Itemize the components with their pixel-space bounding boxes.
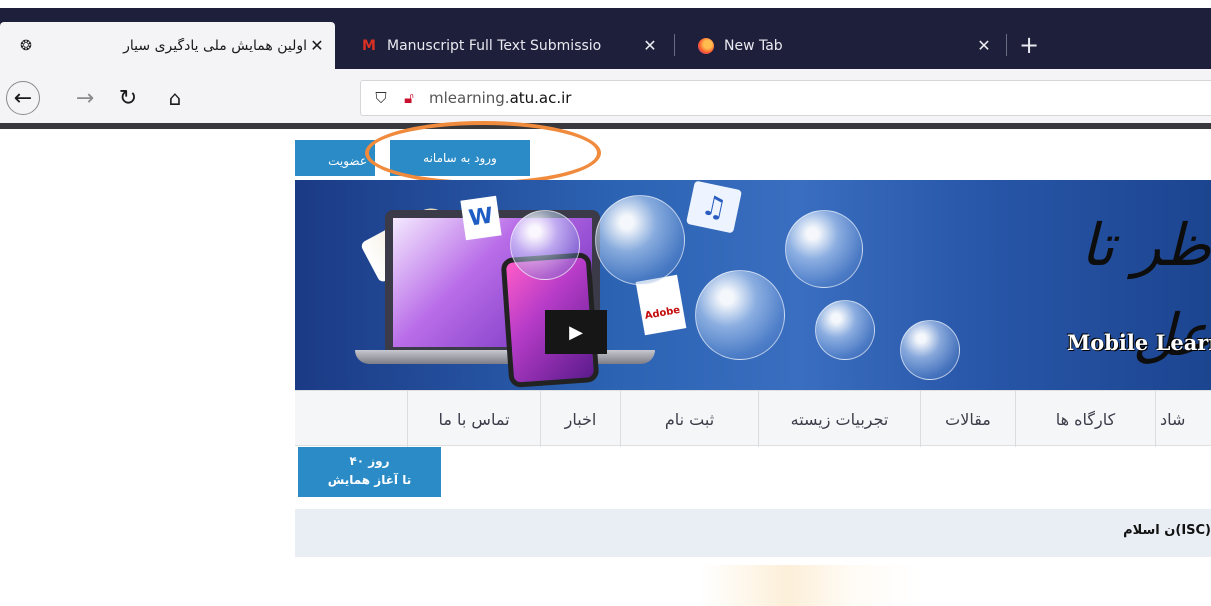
firefox-icon bbox=[698, 37, 714, 54]
bubble-icon bbox=[785, 210, 863, 288]
laptop-base bbox=[355, 350, 655, 364]
back-button[interactable]: ← bbox=[6, 81, 40, 115]
browser-tab-bar: ❂ اولین همایش ملی یادگیری سیار ✕ M Manus… bbox=[0, 0, 1211, 78]
word-icon: W bbox=[460, 195, 502, 241]
tab-new-tab[interactable]: New Tab ✕ bbox=[680, 22, 1002, 69]
navigation-bar: ← → ↻ ⌂ ⛉ 🔓︎ mlearning.atu.ac.ir bbox=[0, 69, 1211, 129]
menu-item-news[interactable]: اخبار bbox=[540, 391, 620, 447]
bubble-icon bbox=[510, 210, 580, 280]
home-button[interactable]: ⌂ bbox=[158, 81, 192, 115]
highlight-circle bbox=[365, 121, 601, 185]
menu-item-register[interactable]: ثبت نام bbox=[620, 391, 758, 447]
background-decoration bbox=[700, 565, 920, 606]
window-top-strip bbox=[0, 0, 1211, 8]
menu-item-contact[interactable]: تماس با ما bbox=[407, 391, 540, 447]
info-strip: ن اسلام(ISC) bbox=[295, 509, 1211, 557]
banner-logo-english: Mobile Learni bbox=[1067, 330, 1211, 355]
header-banner: W ▶ Adobe ♫ ظر تا عل Mobile Learni bbox=[295, 180, 1211, 390]
menu-item-experiences[interactable]: تجربیات زیسته bbox=[758, 391, 920, 447]
countdown-label: تا آغاز همایش bbox=[327, 473, 412, 487]
countdown-days: ۴۰ روز bbox=[349, 454, 390, 468]
bubble-icon bbox=[695, 270, 785, 360]
forward-button[interactable]: → bbox=[68, 81, 102, 115]
bubble-icon bbox=[815, 300, 875, 360]
bubble-icon bbox=[900, 320, 960, 380]
tab-title: اولین همایش ملی یادگیری سیار bbox=[123, 37, 307, 54]
menu-item-shad[interactable]: شاد bbox=[1155, 391, 1211, 447]
shield-icon[interactable]: ⛉ bbox=[367, 89, 395, 107]
play-icon: ▶ bbox=[545, 310, 607, 354]
gmail-icon: M bbox=[362, 37, 376, 54]
tab-separator bbox=[1006, 34, 1007, 56]
close-icon[interactable]: ✕ bbox=[307, 36, 327, 55]
site-emblem-icon: ❂ bbox=[20, 37, 32, 54]
reload-button[interactable]: ↻ bbox=[111, 81, 145, 115]
music-note-icon: ♫ bbox=[685, 180, 743, 234]
new-tab-button[interactable]: + bbox=[1014, 30, 1044, 60]
tab-conference[interactable]: ❂ اولین همایش ملی یادگیری سیار ✕ bbox=[0, 22, 335, 69]
info-strip-text[interactable]: ن اسلام(ISC) bbox=[1123, 523, 1211, 538]
tab-title: New Tab bbox=[724, 37, 783, 54]
url-text[interactable]: mlearning.atu.ac.ir bbox=[429, 89, 571, 107]
menu-item-articles[interactable]: مقالات bbox=[920, 391, 1015, 447]
membership-button[interactable]: عضویت bbox=[295, 140, 375, 176]
tab-separator bbox=[674, 34, 675, 56]
main-menu: تماس با ما اخبار ثبت نام تجربیات زیسته م… bbox=[295, 390, 1211, 447]
menu-item-workshops[interactable]: کارگاه ها bbox=[1015, 391, 1155, 447]
address-bar[interactable]: ⛉ 🔓︎ mlearning.atu.ac.ir bbox=[360, 80, 1211, 116]
insecure-lock-icon[interactable]: 🔓︎ bbox=[395, 89, 423, 107]
page-content: عضویت ورود به سامانه W ▶ Adobe ♫ ظر تا ع… bbox=[0, 121, 1211, 606]
close-icon[interactable]: ✕ bbox=[974, 36, 994, 55]
tab-manuscript[interactable]: M Manuscript Full Text Submissio ✕ bbox=[343, 22, 668, 69]
banner-logo-persian: ظر تا عل bbox=[1080, 211, 1211, 369]
countdown-box: ۴۰ روز تا آغاز همایش bbox=[298, 447, 441, 497]
close-icon[interactable]: ✕ bbox=[640, 36, 660, 55]
bubble-icon bbox=[595, 195, 685, 285]
tab-title: Manuscript Full Text Submissio bbox=[387, 37, 602, 54]
